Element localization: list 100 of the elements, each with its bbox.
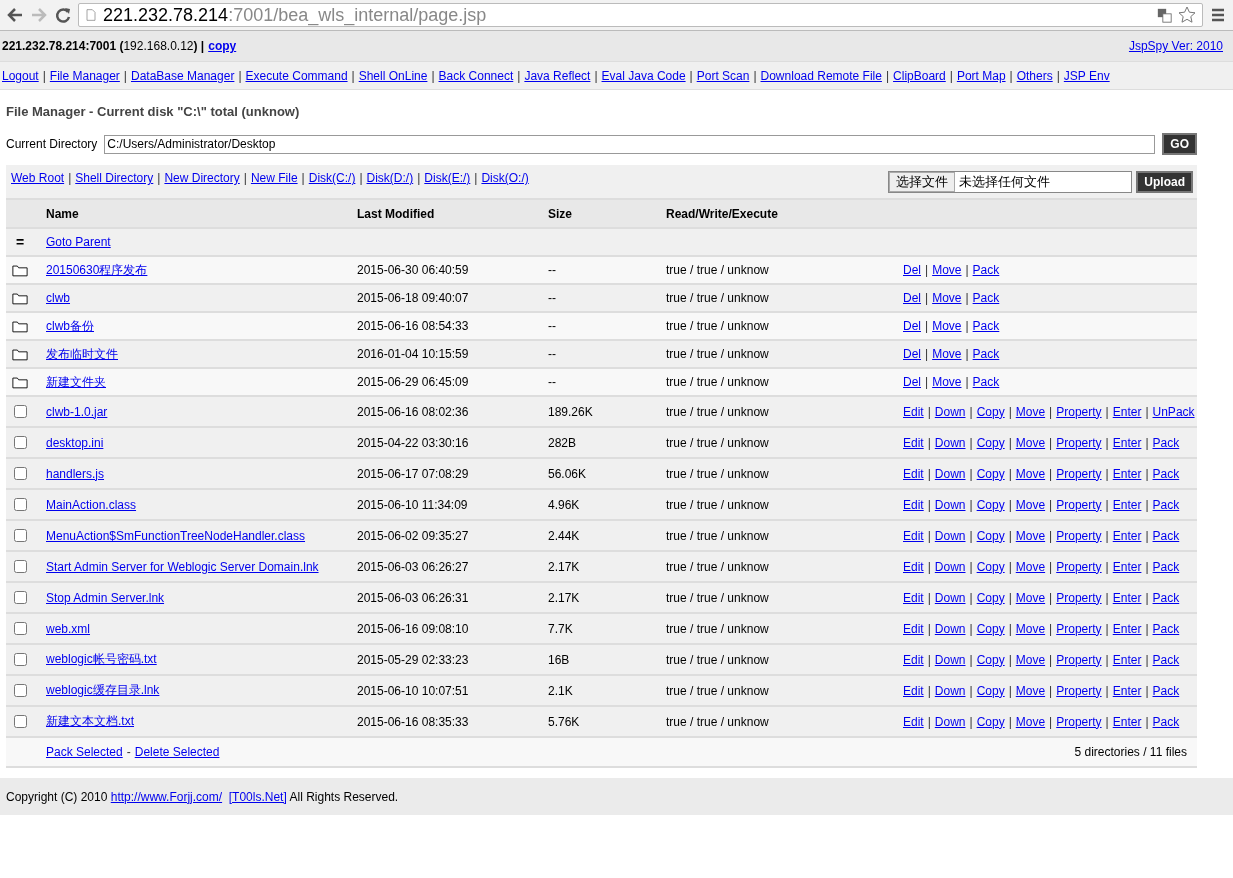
action-link[interactable]: Property	[1056, 466, 1102, 481]
file-name-link[interactable]: 新建文本文档.txt	[46, 714, 134, 728]
translate-icon[interactable]	[1157, 7, 1172, 23]
file-name-link[interactable]: Goto Parent	[46, 235, 111, 249]
menu-icon[interactable]	[1209, 6, 1227, 24]
nav-link[interactable]: Others	[1016, 68, 1053, 83]
nav-link[interactable]: File Manager	[49, 68, 120, 83]
action-link[interactable]: Property	[1056, 497, 1102, 512]
action-link[interactable]: Pack	[1152, 621, 1180, 636]
action-link[interactable]: Down	[934, 714, 966, 729]
toolbar-link[interactable]: Disk(O:/)	[481, 171, 529, 185]
nav-link[interactable]: Shell OnLine	[358, 68, 428, 83]
action-link[interactable]: Enter	[1112, 683, 1142, 698]
action-link[interactable]: Edit	[903, 621, 924, 636]
action-link[interactable]: Down	[934, 404, 966, 419]
action-link[interactable]: Move	[1015, 590, 1046, 605]
action-link[interactable]: Down	[934, 435, 966, 450]
action-link[interactable]: Move	[1015, 435, 1046, 450]
action-link[interactable]: Move	[1015, 652, 1046, 667]
action-link[interactable]: Pack	[1152, 652, 1180, 667]
nav-link[interactable]: Execute Command	[245, 68, 348, 83]
action-link[interactable]: Down	[934, 621, 966, 636]
action-link[interactable]: Property	[1056, 714, 1102, 729]
toolbar-link[interactable]: Disk(C:/)	[308, 171, 356, 185]
action-link[interactable]: Del	[903, 375, 921, 389]
action-link[interactable]: Copy	[976, 559, 1005, 574]
action-link[interactable]: Del	[903, 291, 921, 305]
action-link[interactable]: Copy	[976, 404, 1005, 419]
back-icon[interactable]	[6, 6, 24, 24]
file-name-link[interactable]: handlers.js	[46, 466, 105, 481]
action-link[interactable]: Pack	[972, 263, 1000, 277]
site-link[interactable]: [T00ls.Net]	[228, 789, 287, 804]
action-link[interactable]: Enter	[1112, 652, 1142, 667]
row-checkbox[interactable]	[14, 622, 27, 635]
action-link[interactable]: Del	[903, 263, 921, 277]
selection-link[interactable]: Delete Selected	[134, 745, 220, 759]
upload-button[interactable]: Upload	[1136, 171, 1193, 193]
action-link[interactable]: Property	[1056, 528, 1102, 543]
copy-link[interactable]: copy	[208, 39, 237, 53]
action-link[interactable]: Move	[932, 347, 962, 361]
action-link[interactable]: Del	[903, 319, 921, 333]
row-checkbox[interactable]	[14, 653, 27, 666]
action-link[interactable]: Property	[1056, 435, 1102, 450]
action-link[interactable]: Edit	[903, 404, 924, 419]
choose-file-button[interactable]: 选择文件	[889, 172, 956, 192]
action-link[interactable]: Move	[932, 375, 962, 389]
action-link[interactable]: Down	[934, 652, 966, 667]
address-bar[interactable]: 221.232.78.214:7001/bea_wls_internal/page.jsp	[78, 3, 1203, 27]
row-checkbox[interactable]	[14, 560, 27, 573]
file-name-link[interactable]: weblogic缓存目录.lnk	[46, 683, 160, 697]
file-name-link[interactable]: clwb	[46, 291, 70, 305]
action-link[interactable]: Move	[1015, 559, 1046, 574]
nav-link[interactable]: Logout	[2, 68, 39, 83]
toolbar-link[interactable]: Shell Directory	[75, 171, 154, 185]
toolbar-link[interactable]: Web Root	[11, 171, 65, 185]
action-link[interactable]: Pack	[972, 347, 1000, 361]
file-name-link[interactable]: 20150630程序发布	[46, 262, 148, 277]
nav-link[interactable]: Back Connect	[438, 68, 514, 83]
action-link[interactable]: Edit	[903, 559, 924, 574]
go-button[interactable]: GO	[1162, 133, 1197, 155]
action-link[interactable]: Pack	[972, 291, 1000, 305]
nav-link[interactable]: Download Remote File	[760, 68, 882, 83]
action-link[interactable]: Pack	[1152, 559, 1180, 574]
action-link[interactable]: Enter	[1112, 404, 1142, 419]
file-name-link[interactable]: MainAction.class	[46, 497, 137, 512]
file-name-link[interactable]: web.xml	[46, 621, 90, 636]
file-name-link[interactable]: desktop.ini	[46, 435, 104, 450]
action-link[interactable]: Edit	[903, 435, 924, 450]
action-link[interactable]: Enter	[1112, 559, 1142, 574]
toolbar-link[interactable]: New File	[250, 171, 298, 185]
parent-icon[interactable]: =	[6, 234, 46, 250]
action-link[interactable]: Copy	[976, 590, 1005, 605]
action-link[interactable]: Move	[1015, 466, 1046, 481]
action-link[interactable]: Down	[934, 683, 966, 698]
reload-icon[interactable]	[54, 6, 72, 24]
action-link[interactable]: Enter	[1112, 621, 1142, 636]
action-link[interactable]: Move	[1015, 621, 1046, 636]
toolbar-link[interactable]: Disk(D:/)	[366, 171, 414, 185]
action-link[interactable]: Down	[934, 466, 966, 481]
nav-link[interactable]: Eval Java Code	[601, 68, 686, 83]
action-link[interactable]: Copy	[976, 497, 1005, 512]
action-link[interactable]: Move	[932, 263, 962, 277]
action-link[interactable]: Move	[1015, 497, 1046, 512]
action-link[interactable]: Enter	[1112, 714, 1142, 729]
action-link[interactable]: Pack	[1152, 528, 1180, 543]
row-checkbox[interactable]	[14, 591, 27, 604]
file-name-link[interactable]: Start Admin Server for Weblogic Server Domain.lnk	[46, 559, 319, 574]
toolbar-link[interactable]: New Directory	[164, 171, 240, 185]
file-name-link[interactable]: clwb-1.0.jar	[46, 404, 108, 419]
site-link[interactable]: http://www.Forjj.com/	[110, 789, 223, 804]
action-link[interactable]: Pack	[1152, 466, 1180, 481]
action-link[interactable]: Edit	[903, 497, 924, 512]
action-link[interactable]: Enter	[1112, 528, 1142, 543]
action-link[interactable]: Down	[934, 559, 966, 574]
action-link[interactable]: Edit	[903, 466, 924, 481]
file-name-link[interactable]: MenuAction$SmFunctionTreeNodeHandler.class	[46, 528, 306, 543]
row-checkbox[interactable]	[14, 405, 27, 418]
nav-link[interactable]: Port Map	[956, 68, 1006, 83]
action-link[interactable]: Property	[1056, 590, 1102, 605]
action-link[interactable]: Copy	[976, 621, 1005, 636]
